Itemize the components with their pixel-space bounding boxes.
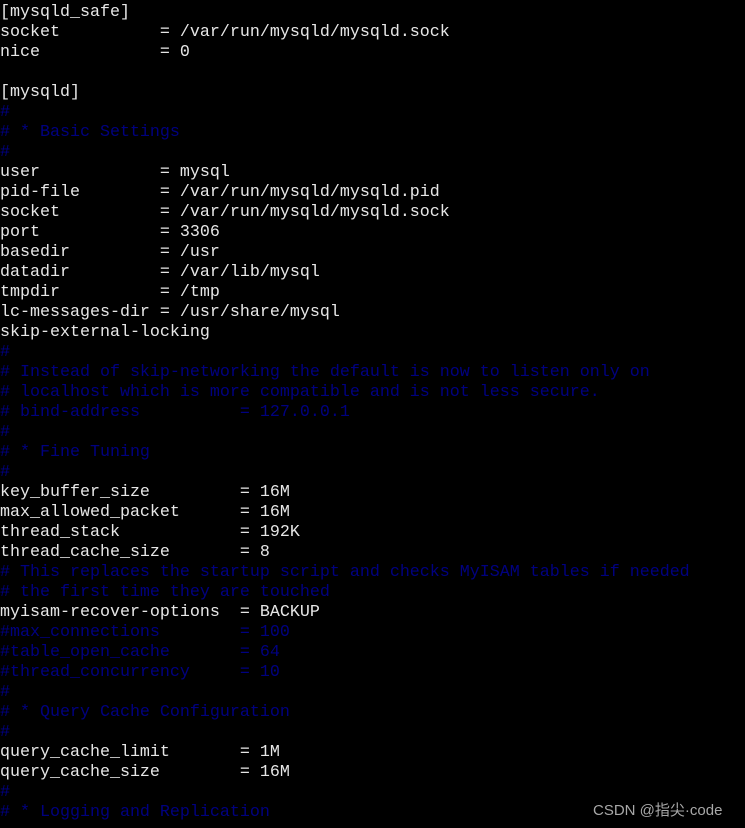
config-line: myisam-recover-options = BACKUP — [0, 603, 320, 622]
config-line: basedir = /usr — [0, 243, 220, 262]
config-line: max_allowed_packet = 16M — [0, 503, 290, 522]
comment-line: # — [0, 683, 10, 702]
config-line: query_cache_size = 16M — [0, 763, 290, 782]
comment-line: # * Query Cache Configuration — [0, 703, 290, 722]
config-line: user = mysql — [0, 163, 230, 182]
config-line: thread_cache_size = 8 — [0, 543, 270, 562]
comment-line: # — [0, 463, 10, 482]
comment-line: # — [0, 723, 10, 742]
config-line: tmpdir = /tmp — [0, 283, 220, 302]
comment-line: # * Fine Tuning — [0, 443, 150, 462]
comment-line: # the first time they are touched — [0, 583, 330, 602]
config-line: skip-external-locking — [0, 323, 210, 342]
comment-line: # — [0, 783, 10, 802]
config-line: lc-messages-dir = /usr/share/mysql — [0, 303, 340, 322]
config-line: socket = /var/run/mysqld/mysqld.sock — [0, 203, 450, 222]
config-line: query_cache_limit = 1M — [0, 743, 280, 762]
comment-line: # localhost which is more compatible and… — [0, 383, 600, 402]
config-line: port = 3306 — [0, 223, 220, 242]
terminal-output[interactable]: [mysqld_safe] socket = /var/run/mysqld/my… — [0, 3, 690, 823]
config-line: nice = 0 — [0, 43, 190, 62]
comment-line: # * Logging and Replication — [0, 803, 270, 822]
config-line: [mysqld_safe] — [0, 3, 130, 22]
comment-line: # * Basic Settings — [0, 123, 180, 142]
config-line: [mysqld] — [0, 83, 80, 102]
comment-line: # Instead of skip-networking the default… — [0, 363, 650, 382]
comment-line: # — [0, 423, 10, 442]
csdn-watermark: CSDN @指尖·code — [593, 802, 723, 819]
config-line: pid-file = /var/run/mysqld/mysqld.pid — [0, 183, 440, 202]
config-line: thread_stack = 192K — [0, 523, 300, 542]
config-line: datadir = /var/lib/mysql — [0, 263, 320, 282]
comment-line: # — [0, 103, 10, 122]
config-line: socket = /var/run/mysqld/mysqld.sock — [0, 23, 450, 42]
comment-line: # This replaces the startup script and c… — [0, 563, 690, 582]
comment-line: # bind-address = 127.0.0.1 — [0, 403, 350, 422]
comment-line: #table_open_cache = 64 — [0, 643, 280, 662]
comment-line: #max_connections = 100 — [0, 623, 290, 642]
config-line — [0, 63, 690, 83]
comment-line: # — [0, 143, 10, 162]
comment-line: #thread_concurrency = 10 — [0, 663, 280, 682]
config-line: key_buffer_size = 16M — [0, 483, 290, 502]
comment-line: # — [0, 343, 10, 362]
